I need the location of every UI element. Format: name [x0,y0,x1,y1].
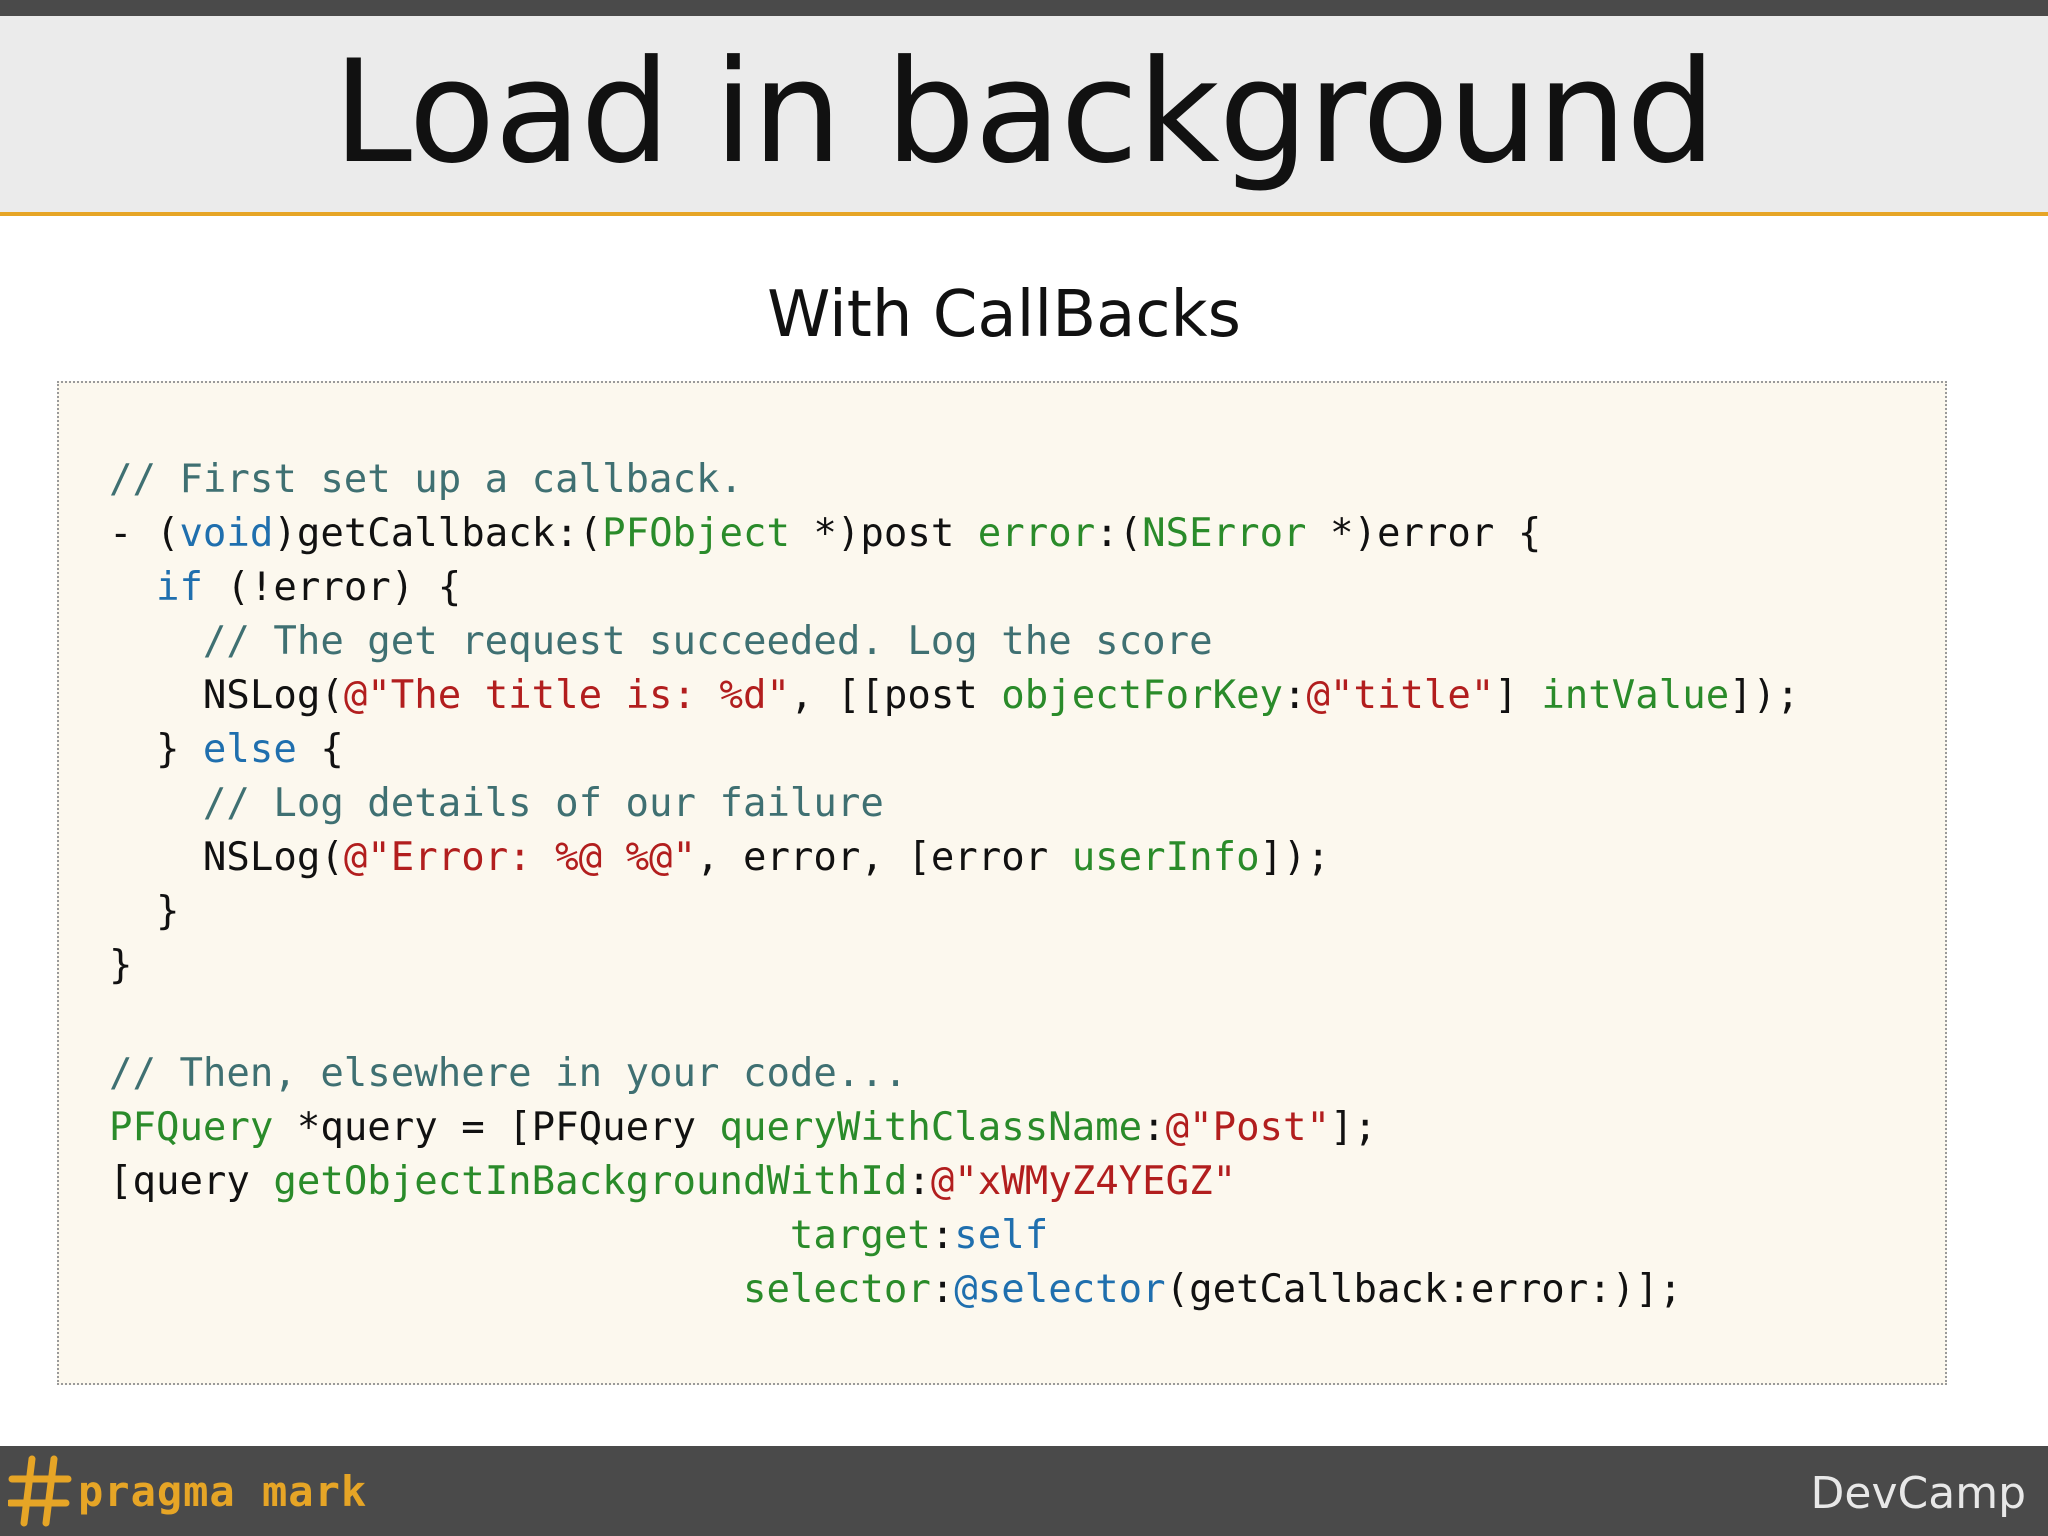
code-listing: // First set up a callback. - (void)getCa… [109,453,1800,1317]
code-line: selector:@selector(getCallback:error:)]; [109,1263,1800,1317]
code-line: if (!error) { [109,561,1800,615]
code-token: } [109,727,203,772]
code-block: // First set up a callback. - (void)getCa… [57,381,1947,1385]
code-token: : [907,1159,931,1204]
code-token: // Log details of our failure [202,781,884,826]
code-line: NSLog(@"The title is: %d", [[post object… [109,669,1800,723]
code-line: PFQuery *query = [PFQuery queryWithClass… [109,1101,1800,1155]
code-token: @"The title is: %d" [343,673,790,718]
code-token: *)post [789,511,978,556]
code-token: else [202,727,297,772]
code-line: } [109,885,1800,939]
code-token: getObjectInBackgroundWithId [273,1159,908,1204]
code-token: *query = [PFQuery [273,1105,720,1150]
code-token: @"Post" [1165,1105,1330,1150]
code-token: ] [1494,673,1542,718]
code-token: @"title" [1306,673,1495,718]
code-line: // The get request succeeded. Log the sc… [109,615,1800,669]
code-token: selector [742,1267,931,1312]
code-token: [query [109,1159,274,1204]
code-line: // Then, elsewhere in your code... [109,1047,1800,1101]
code-token: PFObject [602,511,790,556]
code-line: target:self [109,1209,1800,1263]
code-token: NSLog( [109,673,344,718]
code-token: userInfo [1071,835,1260,880]
footer-bar: pragma mark DevCamp [0,1446,2048,1536]
code-token: queryWithClassName [719,1105,1143,1150]
code-token: { [296,727,344,772]
devcamp-brand: DevCamp [1810,1468,2026,1519]
code-line: } else { [109,723,1800,777]
code-token: // First set up a callback. [109,457,743,502]
code-token: ]); [1259,835,1330,880]
hash-icon [8,1455,72,1527]
code-token: : [1283,673,1307,718]
code-token: : [930,1213,955,1258]
code-token: @selector [954,1267,1166,1312]
code-token: } [109,889,180,934]
code-token: (!error) { [202,565,462,610]
code-token: objectForKey [1001,673,1284,718]
code-token: ]); [1729,673,1800,718]
code-token: - ( [109,511,180,556]
code-line: // Log details of our failure [109,777,1800,831]
code-token: if [155,565,203,610]
code-token: )getCallback:( [273,511,603,556]
code-token: // Then, elsewhere in your code... [109,1051,908,1096]
code-token: target [789,1213,931,1258]
code-token: NSError [1142,511,1307,556]
code-token: PFQuery [109,1105,274,1150]
code-token: (getCallback:error:)]; [1165,1267,1683,1312]
top-strip [0,0,2048,16]
code-token: NSLog( [109,835,344,880]
code-token: @"Error: %@ %@" [343,835,697,880]
code-token: void [179,511,274,556]
code-token: : [930,1267,955,1312]
code-line: // First set up a callback. [109,453,1800,507]
code-line: } [109,939,1800,993]
code-token: } [109,943,133,988]
slide-title: Load in background [332,30,1716,195]
code-line: [query getObjectInBackgroundWithId:@"xWM… [109,1155,1800,1209]
code-token: , error, [error [696,835,1072,880]
code-line: NSLog(@"Error: %@ %@", error, [error use… [109,831,1800,885]
code-token: :( [1095,511,1143,556]
code-token: intValue [1541,673,1730,718]
code-token: error [977,511,1096,556]
logo-text: pragma mark [78,1466,368,1516]
code-token: , [[post [789,673,1002,718]
pragma-mark-logo: pragma mark [8,1452,367,1530]
code-token: : [1142,1105,1166,1150]
code-token: self [954,1213,1049,1258]
code-token: ]; [1330,1105,1377,1150]
slide-subtitle: With CallBacks [767,278,1241,352]
code-token: // The get request succeeded. Log the sc… [202,619,1213,664]
code-token: *)error { [1306,511,1542,556]
code-line: - (void)getCallback:(PFObject *)post err… [109,507,1800,561]
code-token: @"xWMyZ4YEGZ" [930,1159,1237,1204]
